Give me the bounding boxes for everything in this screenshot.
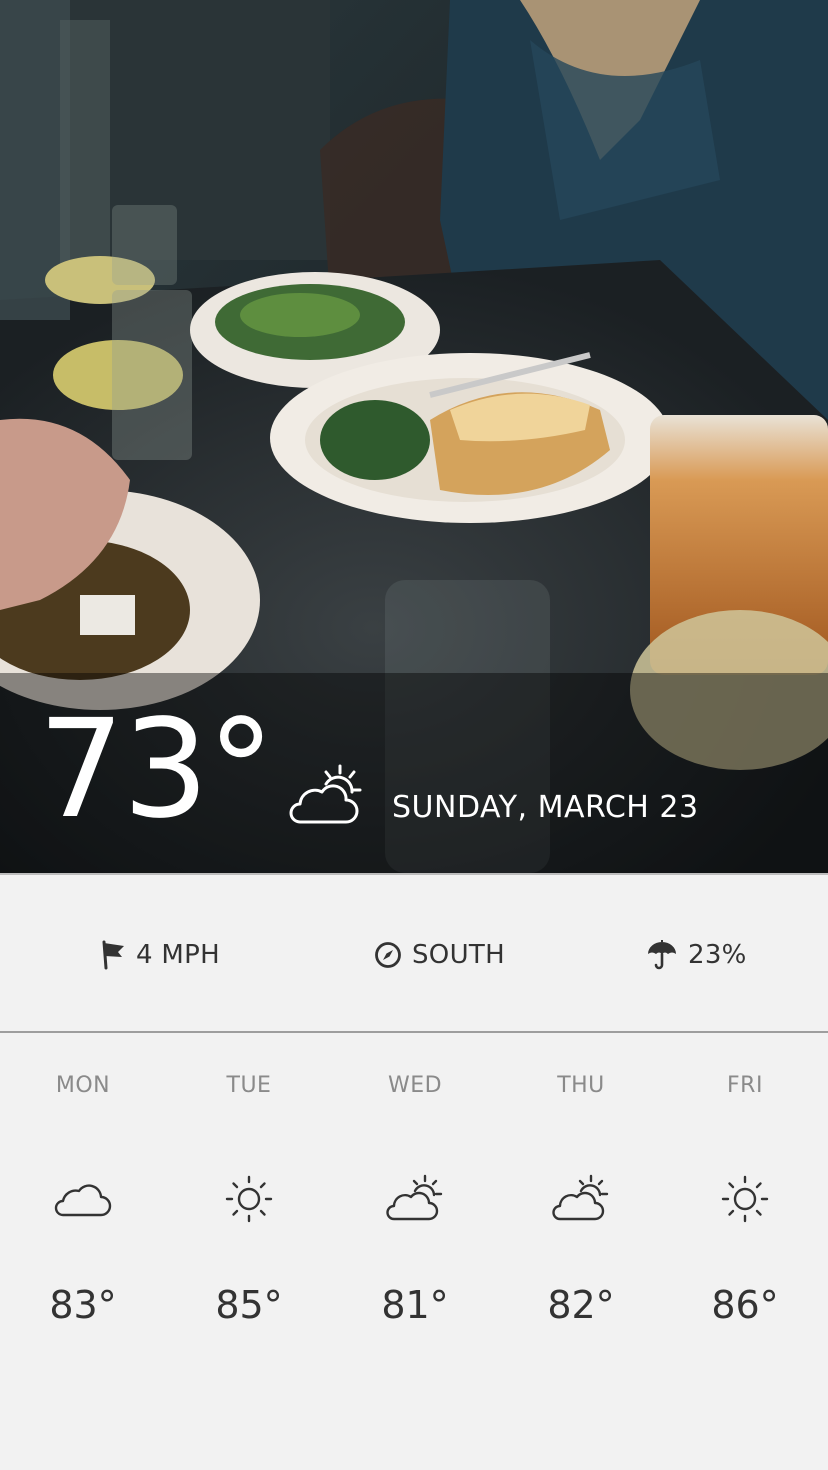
precipitation-value: 23% [688,940,747,970]
forecast-day-temp: 82° [547,1283,615,1327]
sun-icon [225,1175,273,1223]
forecast-day: THU 82° [498,1035,664,1470]
wind-direction-stat: SOUTH [374,935,505,975]
wind-direction-value: SOUTH [412,940,505,970]
forecast-day-name: THU [557,1073,605,1098]
sun-icon [721,1175,769,1223]
precipitation-stat: 23% [646,935,747,975]
forecast-day-name: MON [55,1073,111,1098]
partly-cloudy-icon [289,764,362,824]
forecast-day-name: FRI [727,1073,763,1098]
wind-speed-value: 4 MPH [136,940,220,970]
forecast-day: MON 83° [0,1035,166,1470]
flag-icon [102,940,124,970]
current-temperature: 73° [38,691,275,849]
compass-icon [375,942,401,968]
partly-cloudy-icon [386,1174,443,1221]
forecast-day-name: TUE [226,1073,272,1098]
stats-bar: 4 MPH SOUTH 23% [0,873,828,1033]
umbrella-icon [648,940,676,970]
forecast-day-temp: 81° [381,1283,449,1327]
wind-speed-stat: 4 MPH [100,935,220,975]
forecast-day: FRI 86° [662,1035,828,1470]
hero-section: 73° SUNDAY, MARCH 23 [0,0,828,873]
cloud-icon [54,1184,112,1217]
forecast-day-temp: 83° [49,1283,117,1327]
forecast-day: TUE 85° [166,1035,332,1470]
forecast-row: MON 83° TUE 85° WED 81° THU 82° FRI 86° [0,1035,828,1470]
weather-app: 73° SUNDAY, MARCH 23 4 MPH SOUTH 23% MON… [0,0,828,1470]
forecast-day: WED 81° [332,1035,498,1470]
current-date: SUNDAY, MARCH 23 [392,790,699,825]
forecast-day-temp: 86° [711,1283,779,1327]
forecast-day-temp: 85° [215,1283,283,1327]
forecast-day-name: WED [387,1073,443,1098]
partly-cloudy-icon [552,1174,609,1221]
